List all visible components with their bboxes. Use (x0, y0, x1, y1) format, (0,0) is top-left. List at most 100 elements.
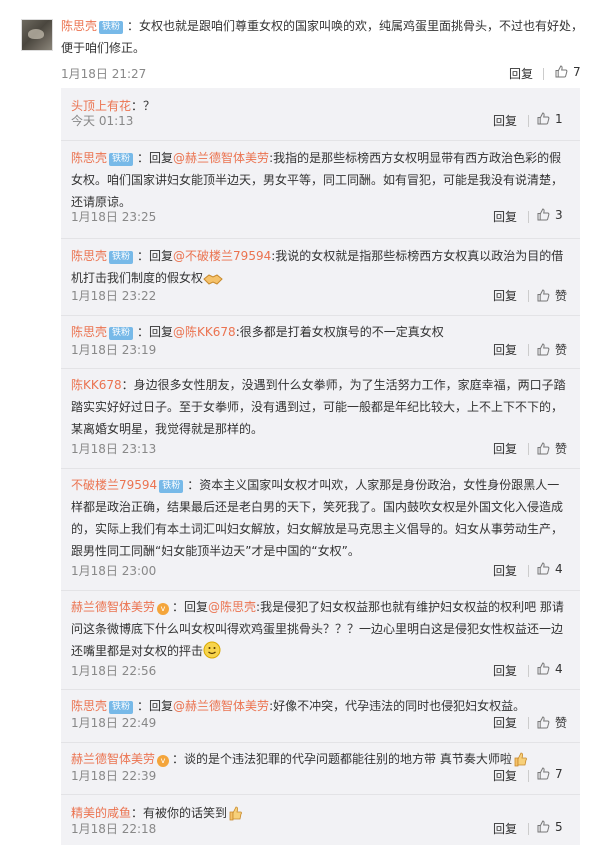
like-button[interactable]: 5 (537, 820, 563, 834)
reply-button[interactable]: 回复 (493, 341, 517, 358)
reply-prefix: ：回复 (137, 151, 174, 165)
reply-button[interactable]: 回复 (509, 65, 533, 82)
author-name[interactable]: 精美的咸鱼 (71, 806, 131, 820)
reply-prefix: ：回复 (137, 325, 174, 339)
reply-button[interactable]: 回复 (493, 562, 517, 579)
timestamp: 1月18日 23:25 (71, 210, 157, 224)
reply-button[interactable]: 回复 (493, 714, 517, 731)
thumbs-up-icon (537, 208, 550, 221)
action-divider (528, 344, 529, 356)
author-name[interactable]: 陈思壳 (71, 249, 107, 263)
like-count: 4 (555, 562, 563, 576)
thumbs-up-icon (537, 820, 550, 833)
timestamp: 1月18日 23:00 (71, 564, 157, 578)
fan-badge[interactable]: 铁粉 (109, 153, 134, 166)
reply-meta: 1月18日 23:13 回复 赞 (71, 440, 571, 458)
action-divider (543, 68, 544, 80)
timestamp: 1月18日 22:49 (71, 716, 157, 730)
main-comment-text: 陈思壳 铁粉 ：女权也就是跟咱们尊重女权的国家叫唤的欢，纯属鸡蛋里面挑骨头，不过也有… (61, 15, 591, 59)
like-count: 赞 (555, 716, 568, 730)
reply-body: ：？ (131, 99, 156, 113)
reply-item: 陈KK678：身边很多女性朋友，没遇到什么女拳师，为了生活努力工作，家庭幸福，两… (71, 374, 571, 456)
action-divider (528, 565, 529, 577)
reply-text: 陈思壳 铁粉 ：回复@赫兰德智体美劳:我指的是那些标榜西方女权明显带有西方政治色彩的… (71, 147, 571, 213)
thumbs-up-icon (537, 662, 550, 675)
thumbs-up-icon (537, 767, 550, 780)
author-name[interactable]: 陈KK678 (71, 378, 122, 392)
reply-item: 赫兰德智体美劳 v ：回复@陈思壳:我是侵犯了妇女权益那也就有维护妇女权益的权利吧 … (71, 596, 571, 678)
timestamp: 1月18日 23:22 (71, 289, 157, 303)
like-count: 5 (555, 820, 563, 834)
mention-link[interactable]: @赫兰德智体美劳 (173, 699, 269, 713)
reply-button[interactable]: 回复 (493, 440, 517, 457)
like-button[interactable]: 赞 (537, 440, 567, 457)
reply-body: ：身边很多女性朋友，没遇到什么女拳师，为了生活努力工作，家庭幸福，两口子踏踏实实… (71, 378, 566, 436)
like-button[interactable]: 3 (537, 208, 563, 222)
reply-body: ：谈的是个违法犯罪的代孕问题都能往别的地方带 真节奏大师啦 (172, 752, 512, 766)
avatar[interactable] (21, 19, 53, 51)
fan-badge[interactable]: 铁粉 (109, 701, 134, 714)
reply-item: 不破楼兰79594 铁粉 ：资本主义国家叫女权才叫欢，人家那是身份政治，女性身份跟黑… (71, 474, 571, 578)
thumbs-up-icon (537, 289, 550, 302)
like-button[interactable]: 4 (537, 562, 563, 576)
like-button[interactable]: 4 (537, 662, 563, 676)
reply-divider (61, 315, 580, 316)
author-name[interactable]: 赫兰德智体美劳 (71, 600, 155, 614)
reply-button[interactable]: 回复 (493, 820, 517, 837)
author-name[interactable]: 陈思壳 (71, 151, 107, 165)
fan-badge[interactable]: 铁粉 (99, 21, 124, 34)
like-button[interactable]: 7 (537, 767, 563, 781)
reply-button[interactable]: 回复 (493, 662, 517, 679)
reply-divider (61, 368, 580, 369)
reply-meta: 1月18日 22:18 回复 5 (71, 820, 571, 838)
reply-button[interactable]: 回复 (493, 112, 517, 129)
reply-meta: 1月18日 22:56 回复 4 (71, 662, 571, 680)
author-name[interactable]: 陈思壳 (61, 19, 97, 33)
reply-prefix: ：回复 (137, 699, 174, 713)
author-name[interactable]: 赫兰德智体美劳 (71, 752, 155, 766)
like-button[interactable]: 7 (555, 65, 581, 79)
reply-button[interactable]: 回复 (493, 767, 517, 784)
like-button[interactable]: 赞 (537, 341, 567, 358)
reply-button[interactable]: 回复 (493, 208, 517, 225)
reply-text: 陈思壳 铁粉 ：回复@不破楼兰79594:我说的女权就是指那些标榜西方女权真以政治为… (71, 245, 571, 293)
like-count: 赞 (555, 442, 568, 456)
thumbs-up-icon (537, 562, 550, 575)
reply-body: :好像不冲突，代孕违法的同时也侵犯妇女权益。 (269, 699, 526, 713)
reply-item: 陈思壳 铁粉 ：回复@赫兰德智体美劳:我指的是那些标榜西方女权明显带有西方政治色彩的… (71, 147, 571, 224)
author-name[interactable]: 不破楼兰79594 (71, 478, 157, 492)
author-name[interactable]: 头顶上有花 (71, 99, 131, 113)
reply-text: 陈KK678：身边很多女性朋友，没遇到什么女拳师，为了生活努力工作，家庭幸福，两… (71, 374, 571, 440)
reply-meta: 1月18日 22:39 回复 7 (71, 767, 571, 785)
like-button[interactable]: 赞 (537, 287, 567, 304)
action-divider (528, 211, 529, 223)
reply-divider (61, 590, 580, 591)
mention-link[interactable]: @赫兰德智体美劳 (173, 151, 269, 165)
reply-item: 头顶上有花：？ 今天 01:13 回复 1 (71, 95, 571, 128)
like-button[interactable]: 赞 (537, 714, 567, 731)
mention-link[interactable]: @陈思壳 (208, 600, 256, 614)
mention-link[interactable]: @陈KK678 (173, 325, 236, 339)
fan-badge[interactable]: 铁粉 (159, 480, 184, 493)
comment-body: ：女权也就是跟咱们尊重女权的国家叫唤的欢，纯属鸡蛋里面挑骨头，不过也有好处，便于… (61, 19, 584, 55)
like-count: 赞 (555, 343, 568, 357)
like-count: 7 (573, 65, 581, 79)
like-button[interactable]: 1 (537, 112, 563, 126)
action-divider (528, 115, 529, 127)
like-count: 1 (555, 112, 563, 126)
reply-prefix: ：回复 (172, 600, 209, 614)
action-divider (528, 443, 529, 455)
reply-item: 陈思壳 铁粉 ：回复@赫兰德智体美劳:好像不冲突，代孕违法的同时也侵犯妇女权益。 1月… (71, 695, 571, 730)
reply-item: 陈思壳 铁粉 ：回复@陈KK678:很多都是打着女权旗号的不一定真女权 1月18日 2… (71, 321, 571, 357)
fan-badge[interactable]: 铁粉 (109, 251, 134, 264)
reply-body: :很多都是打着女权旗号的不一定真女权 (235, 325, 444, 339)
mention-link[interactable]: @不破楼兰79594 (173, 249, 271, 263)
author-name[interactable]: 陈思壳 (71, 325, 107, 339)
reply-text: 赫兰德智体美劳 v ：回复@陈思壳:我是侵犯了妇女权益那也就有维护妇女权益的权利吧 … (71, 596, 571, 666)
author-name[interactable]: 陈思壳 (71, 699, 107, 713)
timestamp: 1月18日 22:56 (71, 664, 157, 678)
fan-badge[interactable]: 铁粉 (109, 327, 134, 340)
action-divider (528, 823, 529, 835)
reply-button[interactable]: 回复 (493, 287, 517, 304)
thumbs-up-icon (537, 112, 550, 125)
